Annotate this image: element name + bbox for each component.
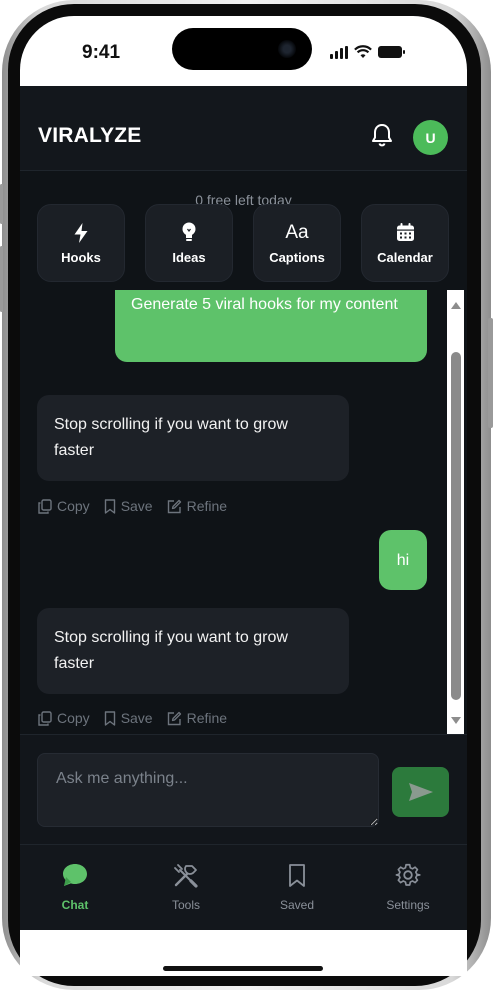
phone-side-button [488, 318, 493, 428]
lightbulb-icon [181, 222, 197, 244]
edit-icon [167, 711, 181, 725]
nav-item-saved[interactable]: Saved [242, 861, 352, 912]
quick-action-ideas[interactable]: Ideas [145, 204, 233, 282]
nav-item-chat[interactable]: Chat [20, 861, 130, 912]
send-icon [408, 783, 433, 801]
status-bar: 9:41 [20, 16, 467, 86]
phone-screen: 9:41 VIRALYZE U 0 free left today Hooks … [20, 16, 467, 976]
tools-icon [172, 861, 200, 889]
quick-action-hooks[interactable]: Hooks [37, 204, 125, 282]
wifi-icon [354, 45, 372, 58]
gear-icon [395, 861, 421, 889]
avatar[interactable]: U [413, 120, 448, 155]
refine-button[interactable]: Refine [167, 498, 227, 514]
user-message: hi [379, 530, 427, 590]
bookmark-icon [104, 710, 115, 726]
composer-bar [20, 734, 467, 845]
message-text: Generate 5 viral hooks for my content [131, 296, 398, 313]
edit-icon [167, 499, 181, 513]
home-indicator-area [20, 930, 467, 976]
message-actions: Copy Save Refine [38, 498, 227, 514]
send-button[interactable] [392, 767, 449, 817]
user-message: Generate 5 viral hooks for my content [115, 290, 427, 362]
nav-item-tools[interactable]: Tools [131, 861, 241, 912]
lightning-icon [73, 222, 89, 244]
message-text: hi [396, 551, 410, 569]
battery-icon [378, 46, 405, 58]
bell-icon[interactable] [370, 122, 394, 148]
aa-text-icon: Aa [285, 221, 309, 243]
quick-action-label: Ideas [172, 249, 206, 265]
quick-action-label: Hooks [61, 249, 101, 265]
brand-logo: VIRALYZE [38, 124, 142, 147]
chat-messages[interactable]: Generate 5 viral hooks for my content St… [20, 290, 467, 734]
copy-button[interactable]: Copy [38, 498, 90, 514]
quick-actions: Hooks Ideas Aa Captions Calendar [37, 204, 449, 282]
assistant-message: Stop scrolling if you want to grow faste… [37, 395, 349, 481]
message-text: Stop scrolling if you want to grow faste… [54, 416, 288, 459]
copy-button[interactable]: Copy [38, 710, 90, 726]
scroll-down-arrow[interactable] [451, 717, 461, 724]
calendar-icon [396, 222, 415, 244]
phone-side-button [0, 246, 3, 312]
chat-bubble-icon [61, 861, 89, 889]
refine-button[interactable]: Refine [167, 710, 227, 726]
chat-scrollbar[interactable] [447, 290, 464, 734]
message-text: Stop scrolling if you want to grow faste… [54, 629, 288, 672]
quick-action-captions[interactable]: Aa Captions [253, 204, 341, 282]
bookmark-icon [104, 498, 115, 514]
save-button[interactable]: Save [104, 498, 153, 514]
copy-icon [38, 498, 52, 514]
nav-item-settings[interactable]: Settings [353, 861, 463, 912]
assistant-message: Stop scrolling if you want to grow faste… [37, 608, 349, 694]
dynamic-island [172, 28, 312, 70]
scrollbar-thumb[interactable] [451, 352, 461, 700]
status-time: 9:41 [82, 42, 121, 63]
bookmark-icon [287, 861, 307, 889]
signal-icon [330, 45, 348, 59]
phone-side-button [0, 184, 3, 224]
app-header: VIRALYZE U [20, 86, 467, 171]
save-button[interactable]: Save [104, 710, 153, 726]
bottom-navigation: Chat Tools Saved Settings [20, 844, 467, 931]
camera-icon [278, 40, 296, 58]
copy-icon [38, 710, 52, 726]
quick-action-calendar[interactable]: Calendar [361, 204, 449, 282]
quick-action-label: Captions [269, 249, 325, 265]
home-indicator[interactable] [163, 966, 323, 971]
scroll-up-arrow[interactable] [451, 302, 461, 309]
message-actions: Copy Save Refine [38, 710, 227, 726]
message-input[interactable] [37, 753, 379, 827]
status-icons [330, 44, 405, 60]
quick-action-label: Calendar [377, 249, 433, 265]
